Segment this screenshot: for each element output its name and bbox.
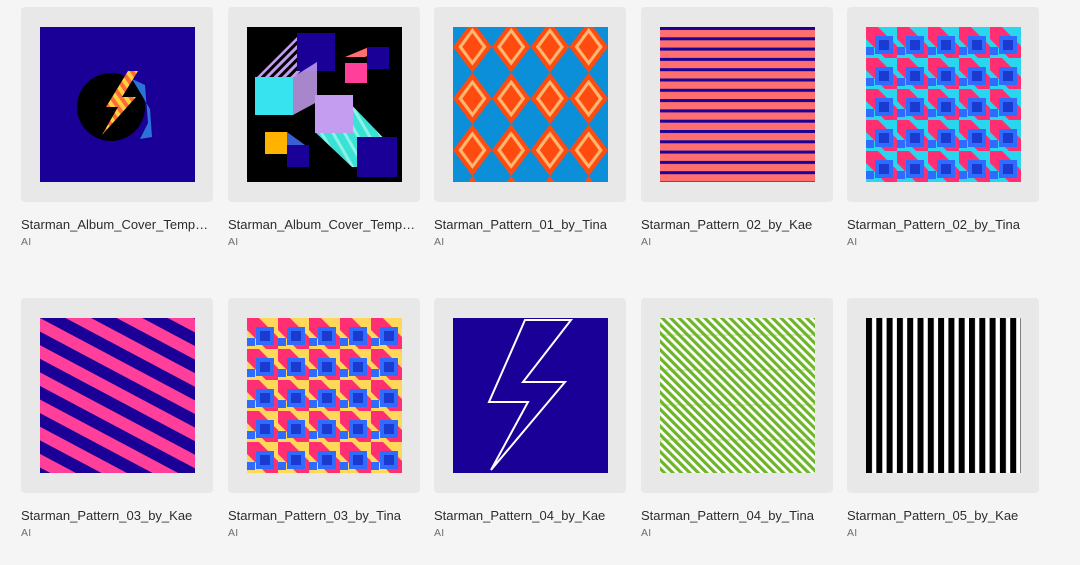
file-name[interactable]: Starman_Pattern_04_by_Kae: [434, 508, 622, 524]
file-thumbnail-frame[interactable]: [847, 7, 1039, 202]
file-card[interactable]: Starman_Album_Cover_Template_by_Tina AI: [228, 7, 420, 248]
file-card[interactable]: Starman_Pattern_01_by_Tina AI: [434, 7, 626, 248]
file-type: AI: [641, 527, 652, 539]
file-name[interactable]: Starman_Pattern_02_by_Tina: [847, 217, 1035, 233]
file-type: AI: [434, 236, 445, 248]
file-type: AI: [847, 527, 858, 539]
file-card[interactable]: Starman_Pattern_04_by_Tina AI: [641, 298, 833, 539]
file-thumbnail-frame[interactable]: [228, 298, 420, 493]
file-card[interactable]: Starman_Pattern_03_by_Tina AI: [228, 298, 420, 539]
file-name[interactable]: Starman_Pattern_02_by_Kae: [641, 217, 829, 233]
album-cover-cubes-thumbnail: [246, 27, 402, 182]
file-type: AI: [228, 527, 239, 539]
file-name[interactable]: Starman_Album_Cover_Template_by_Kae: [21, 217, 209, 233]
file-thumbnail-frame[interactable]: [228, 7, 420, 202]
diagonal-stripe-pattern-thumbnail: [39, 318, 195, 473]
file-card[interactable]: Starman_Pattern_03_by_Kae AI: [21, 298, 213, 539]
file-card[interactable]: Starman_Album_Cover_Template_by_Kae AI: [21, 7, 213, 248]
file-name[interactable]: Starman_Album_Cover_Template_by_Tina: [228, 217, 416, 233]
file-card[interactable]: Starman_Pattern_04_by_Kae AI: [434, 298, 626, 539]
file-type: AI: [641, 236, 652, 248]
file-name[interactable]: Starman_Pattern_03_by_Kae: [21, 508, 209, 524]
cube-pattern-yellow-thumbnail: [246, 318, 402, 473]
file-name[interactable]: Starman_Pattern_05_by_Kae: [847, 508, 1035, 524]
green-diagonal-stripe-thumbnail: [659, 318, 815, 473]
cube-pattern-thumbnail: [865, 27, 1021, 182]
file-type: AI: [228, 236, 239, 248]
file-type: AI: [434, 527, 445, 539]
file-name[interactable]: Starman_Pattern_03_by_Tina: [228, 508, 416, 524]
diamond-pattern-thumbnail: [452, 27, 608, 182]
file-thumbnail-frame[interactable]: [641, 298, 833, 493]
file-thumbnail-frame[interactable]: [434, 298, 626, 493]
file-name[interactable]: Starman_Pattern_04_by_Tina: [641, 508, 829, 524]
file-name[interactable]: Starman_Pattern_01_by_Tina: [434, 217, 622, 233]
file-thumbnail-frame[interactable]: [641, 7, 833, 202]
file-card[interactable]: Starman_Pattern_05_by_Kae AI: [847, 298, 1039, 539]
file-thumbnail-frame[interactable]: [21, 7, 213, 202]
file-thumbnail-frame[interactable]: [847, 298, 1039, 493]
lightning-bolt-outline-thumbnail: [452, 318, 608, 473]
file-card[interactable]: Starman_Pattern_02_by_Kae AI: [641, 7, 833, 248]
file-thumbnail-frame[interactable]: [434, 7, 626, 202]
file-type: AI: [21, 236, 32, 248]
horizontal-stripe-pattern-thumbnail: [659, 27, 815, 182]
album-cover-bolt-thumbnail: [39, 27, 195, 182]
file-type: AI: [847, 236, 858, 248]
file-type: AI: [21, 527, 32, 539]
file-thumbnail-frame[interactable]: [21, 298, 213, 493]
vertical-stripe-pattern-thumbnail: [865, 318, 1021, 473]
file-card[interactable]: Starman_Pattern_02_by_Tina AI: [847, 7, 1039, 248]
